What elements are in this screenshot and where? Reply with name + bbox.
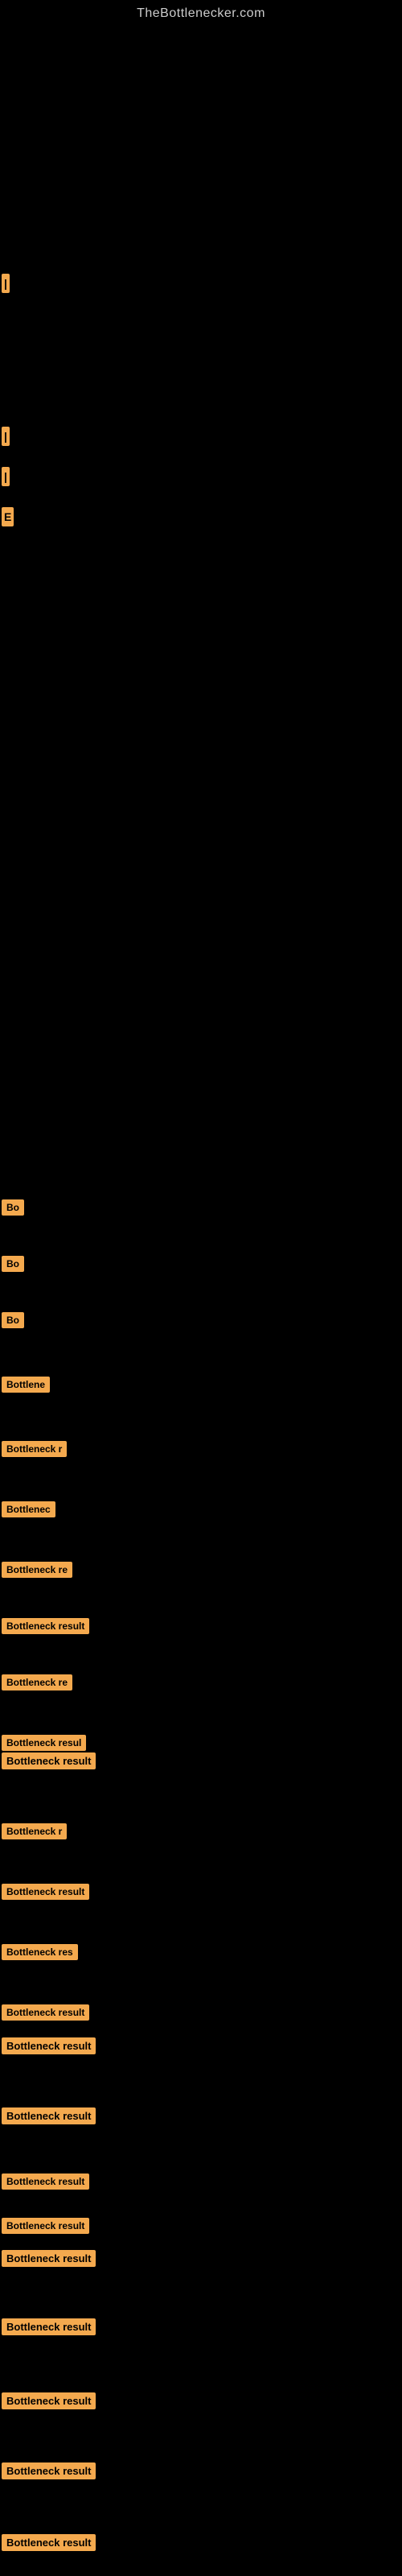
bottleneck-result-6-text: Bottleneck result <box>2 2392 96 2409</box>
line-indicator-1: | <box>2 274 10 293</box>
line-label-4: E <box>2 507 14 526</box>
grow-label-11-text: Bottleneck result <box>2 2004 89 2021</box>
short-label-2: Bo <box>2 1256 24 1272</box>
line-label-2: | <box>2 427 10 446</box>
grow-label-6-text: Bottleneck re <box>2 1674 72 1690</box>
grow-label-9: Bottleneck result <box>2 1884 89 1900</box>
line-indicator-3: | <box>2 467 10 486</box>
bottleneck-result-1-text: Bottleneck result <box>2 1752 96 1769</box>
bottleneck-result-6: Bottleneck result <box>2 2392 96 2409</box>
short-label-3: Bo <box>2 1312 24 1328</box>
grow-label-3: Bottlenec <box>2 1501 55 1517</box>
bottleneck-result-5-text: Bottleneck result <box>2 2318 96 2335</box>
grow-label-8: Bottleneck r <box>2 1823 67 1839</box>
grow-label-5-text: Bottleneck result <box>2 1618 89 1634</box>
bottleneck-result-3-text: Bottleneck result <box>2 2107 96 2124</box>
grow-label-7: Bottleneck resul <box>2 1735 86 1751</box>
bottleneck-result-3: Bottleneck result <box>2 2107 96 2124</box>
grow-label-8-text: Bottleneck r <box>2 1823 67 1839</box>
line-indicator-4: E <box>2 507 14 526</box>
short-label-3-text: Bo <box>2 1312 24 1328</box>
bottleneck-result-5: Bottleneck result <box>2 2318 96 2335</box>
grow-label-6: Bottleneck re <box>2 1674 72 1690</box>
grow-label-12-text: Bottleneck result <box>2 2174 89 2190</box>
grow-label-11: Bottleneck result <box>2 2004 89 2021</box>
grow-label-10-text: Bottleneck res <box>2 1944 78 1960</box>
bottleneck-result-7: Bottleneck result <box>2 2462 96 2479</box>
bottleneck-result-7-text: Bottleneck result <box>2 2462 96 2479</box>
grow-label-3-text: Bottlenec <box>2 1501 55 1517</box>
line-label-3: | <box>2 467 10 486</box>
grow-label-5: Bottleneck result <box>2 1618 89 1634</box>
grow-label-4-text: Bottleneck re <box>2 1562 72 1578</box>
short-label-1-text: Bo <box>2 1199 24 1216</box>
short-label-1: Bo <box>2 1199 24 1216</box>
grow-label-9-text: Bottleneck result <box>2 1884 89 1900</box>
bottleneck-result-2: Bottleneck result <box>2 2037 96 2054</box>
short-label-2-text: Bo <box>2 1256 24 1272</box>
bottleneck-result-4-text: Bottleneck result <box>2 2250 96 2267</box>
grow-label-13: Bottleneck result <box>2 2218 89 2234</box>
bottleneck-result-1: Bottleneck result <box>2 1752 96 1769</box>
line-indicator-2: | <box>2 427 10 446</box>
grow-label-10: Bottleneck res <box>2 1944 78 1960</box>
line-label-1: | <box>2 274 10 293</box>
grow-label-4: Bottleneck re <box>2 1562 72 1578</box>
grow-label-1-text: Bottlene <box>2 1377 50 1393</box>
bottleneck-result-8-text: Bottleneck result <box>2 2534 96 2551</box>
grow-label-12: Bottleneck result <box>2 2174 89 2190</box>
grow-label-13-text: Bottleneck result <box>2 2218 89 2234</box>
bottleneck-result-2-text: Bottleneck result <box>2 2037 96 2054</box>
site-title-text: TheBottlenecker.com <box>137 0 265 20</box>
bottleneck-result-4: Bottleneck result <box>2 2250 96 2267</box>
site-title: TheBottlenecker.com <box>137 6 265 21</box>
grow-label-2-text: Bottleneck r <box>2 1441 67 1457</box>
bottleneck-result-8: Bottleneck result <box>2 2534 96 2551</box>
grow-label-1: Bottlene <box>2 1377 50 1393</box>
grow-label-2: Bottleneck r <box>2 1441 67 1457</box>
grow-label-7-text: Bottleneck resul <box>2 1735 86 1751</box>
